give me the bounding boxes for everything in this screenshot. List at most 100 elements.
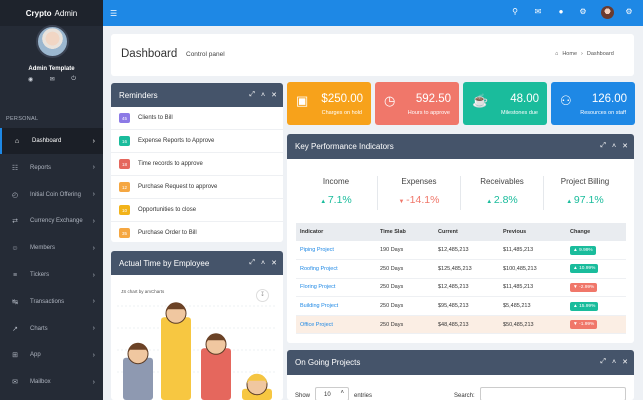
- employee-bar-chart: [117, 302, 277, 400]
- sidebar-item-label: Dashboard: [32, 138, 62, 144]
- reminder-item[interactable]: 45 Clients to Bill: [111, 107, 283, 130]
- stat-label: Resources on staff: [580, 110, 626, 116]
- kpi-value: 7.1%: [327, 194, 352, 206]
- stat-box[interactable]: ▣ $250.00 Charges on hold: [287, 82, 371, 125]
- kpi-row[interactable]: Building Project 250 Days $95,485,213 $5,48…: [296, 296, 626, 316]
- chart-bar[interactable]: [161, 317, 191, 400]
- mail-icon[interactable]: ✉: [533, 7, 543, 17]
- breadcrumb-home[interactable]: Home: [562, 51, 577, 57]
- kpi-column-header[interactable]: Indicator: [296, 223, 376, 241]
- user-avatar[interactable]: [36, 25, 69, 58]
- kpi-cell-previous: $50,485,213: [499, 315, 566, 335]
- user-actions: ◉ ✉ ⏻: [28, 76, 76, 83]
- expand-icon[interactable]: ⤢: [600, 358, 606, 366]
- stat-box[interactable]: ☕ 48.00 Milestones due: [463, 82, 547, 125]
- sidebar-item[interactable]: ≡ Tickers ›: [0, 262, 103, 288]
- collapse-icon[interactable]: ˄: [261, 92, 265, 99]
- reminder-item[interactable]: 16 Expense Reports to Approve: [111, 130, 283, 153]
- stat-label: Charges on hold: [321, 110, 362, 116]
- close-icon[interactable]: ✕: [271, 259, 277, 267]
- kpi-name: Expenses: [401, 177, 437, 186]
- chart-bar[interactable]: [201, 348, 231, 400]
- sidebar-item[interactable]: ✉ Mailbox ›: [0, 369, 103, 395]
- change-badge: ▲ 15.99%: [570, 301, 599, 311]
- sidebar-item-label: Members: [30, 245, 56, 252]
- sidebar-item[interactable]: ↹ Transactions ›: [0, 289, 103, 315]
- entries-select[interactable]: 10 ˄: [315, 387, 349, 400]
- mail-icon[interactable]: ✉: [50, 76, 55, 83]
- kpi-cell-indicator[interactable]: Office Project: [296, 315, 376, 335]
- kpi-row[interactable]: Floring Project 250 Days $12,485,213 $11,48…: [296, 278, 626, 298]
- kpi-name: Project Billing: [560, 177, 610, 186]
- kpi-cell-indicator[interactable]: Building Project: [296, 296, 376, 316]
- stat-value: 48.00: [510, 93, 539, 105]
- kpi-cell-indicator[interactable]: Floring Project: [296, 278, 376, 298]
- kpi-cell-slab: 250 Days: [376, 315, 434, 335]
- close-icon[interactable]: ✕: [271, 91, 277, 99]
- sidebar-item-label: Tickers: [30, 272, 50, 278]
- menu-toggle-icon[interactable]: ☰: [110, 9, 117, 18]
- collapse-icon[interactable]: ˄: [612, 359, 616, 366]
- kpi-cell-current: $48,485,213: [434, 315, 499, 335]
- sidebar-item-label: Charts: [30, 325, 48, 332]
- reminder-item[interactable]: 10 Opportunities to close: [111, 199, 283, 222]
- sidebar-item-label: Initial Coin Offering: [30, 191, 81, 198]
- kpi-cell-indicator[interactable]: Roofing Project: [296, 259, 376, 279]
- reminder-item[interactable]: 18 Time records to approve: [111, 153, 283, 176]
- expand-icon[interactable]: ⤢: [600, 142, 606, 150]
- chart-credit[interactable]: JS chart by amCharts: [121, 289, 164, 294]
- change-value: -1.99%: [579, 322, 595, 328]
- kpi-cell-indicator[interactable]: Piping Project: [296, 241, 376, 261]
- chevron-down-icon: ˄: [340, 390, 344, 396]
- kpi-column-header[interactable]: Current: [434, 223, 499, 241]
- search-input[interactable]: [480, 387, 626, 400]
- change-badge: ▲ 10.99%: [570, 264, 599, 274]
- breadcrumb: ⌂ Home › Dashboard: [555, 51, 614, 57]
- reminder-item[interactable]: 12 Purchase Request to approve: [111, 176, 283, 199]
- chevron-right-icon: ›: [92, 298, 95, 306]
- reminder-label: Clients to Bill: [138, 115, 173, 121]
- kpi-row[interactable]: Office Project 250 Days $48,485,213 $50,485…: [296, 315, 626, 335]
- kpi-column-header[interactable]: Time Slab: [376, 223, 434, 241]
- kpi-cell-change: ▲ 15.99%: [566, 296, 626, 316]
- collapse-icon[interactable]: ˄: [261, 260, 265, 267]
- collapse-icon[interactable]: ˄: [612, 143, 616, 150]
- chevron-right-icon: ›: [92, 271, 95, 279]
- sidebar-item[interactable]: ☷ Reports ›: [0, 155, 103, 181]
- kpi-block: Project Billing ▲ 97.1%: [545, 177, 625, 206]
- sidebar-item[interactable]: ◴ Initial Coin Offering ›: [0, 182, 103, 208]
- close-icon[interactable]: ✕: [622, 358, 628, 366]
- stat-box[interactable]: ⚇ 126.00 Resources on staff: [551, 82, 635, 125]
- app-brand[interactable]: Crypto Admin: [0, 0, 103, 26]
- kpi-cell-slab: 250 Days: [376, 278, 434, 298]
- kpi-row[interactable]: Roofing Project 250 Days $125,485,213 $100,…: [296, 259, 626, 279]
- sidebar-item[interactable]: ⊞ App ›: [0, 342, 103, 368]
- stat-box[interactable]: ◷ 592.50 Hours to approve: [375, 82, 459, 125]
- user-icon[interactable]: ◉: [28, 76, 33, 83]
- kpi-column-header[interactable]: Change: [566, 223, 626, 241]
- chart-icon: ↗: [12, 325, 18, 333]
- power-icon[interactable]: ⏻: [71, 76, 76, 83]
- close-icon[interactable]: ✕: [622, 142, 628, 150]
- members-icon: ☺: [11, 244, 19, 252]
- sidebar-item[interactable]: ↗ Charts ›: [0, 316, 103, 342]
- sidebar-item[interactable]: ⇄ Currency Exchange ›: [0, 208, 103, 234]
- expand-icon[interactable]: ⤢: [249, 91, 255, 99]
- top-avatar[interactable]: [601, 6, 614, 19]
- chart-header: Actual Time by Employee ⤢ ˄ ✕: [111, 251, 283, 275]
- sidebar-item[interactable]: ⌂ Dashboard ›: [0, 128, 103, 154]
- sidebar-item[interactable]: ☺ Members ›: [0, 235, 103, 261]
- reminder-item[interactable]: 35 Purchase Order to Bill: [111, 222, 283, 242]
- chevron-right-icon: ›: [92, 351, 95, 359]
- ongoing-title: On Going Projects: [295, 358, 361, 367]
- expand-icon[interactable]: ⤢: [249, 259, 255, 267]
- gear-icon[interactable]: ⚙: [624, 7, 634, 17]
- change-value: 15.99%: [579, 303, 596, 309]
- chevron-right-icon: ›: [92, 164, 95, 172]
- search-icon[interactable]: ⚲: [510, 7, 520, 17]
- kpi-column-header[interactable]: Previous: [499, 223, 566, 241]
- settings-icon[interactable]: ⚙: [578, 7, 588, 17]
- bell-icon[interactable]: ●: [556, 7, 566, 17]
- kpi-row[interactable]: Piping Project 190 Days $12,485,213 $11,485…: [296, 241, 626, 261]
- sliders-icon: ≡: [12, 271, 18, 279]
